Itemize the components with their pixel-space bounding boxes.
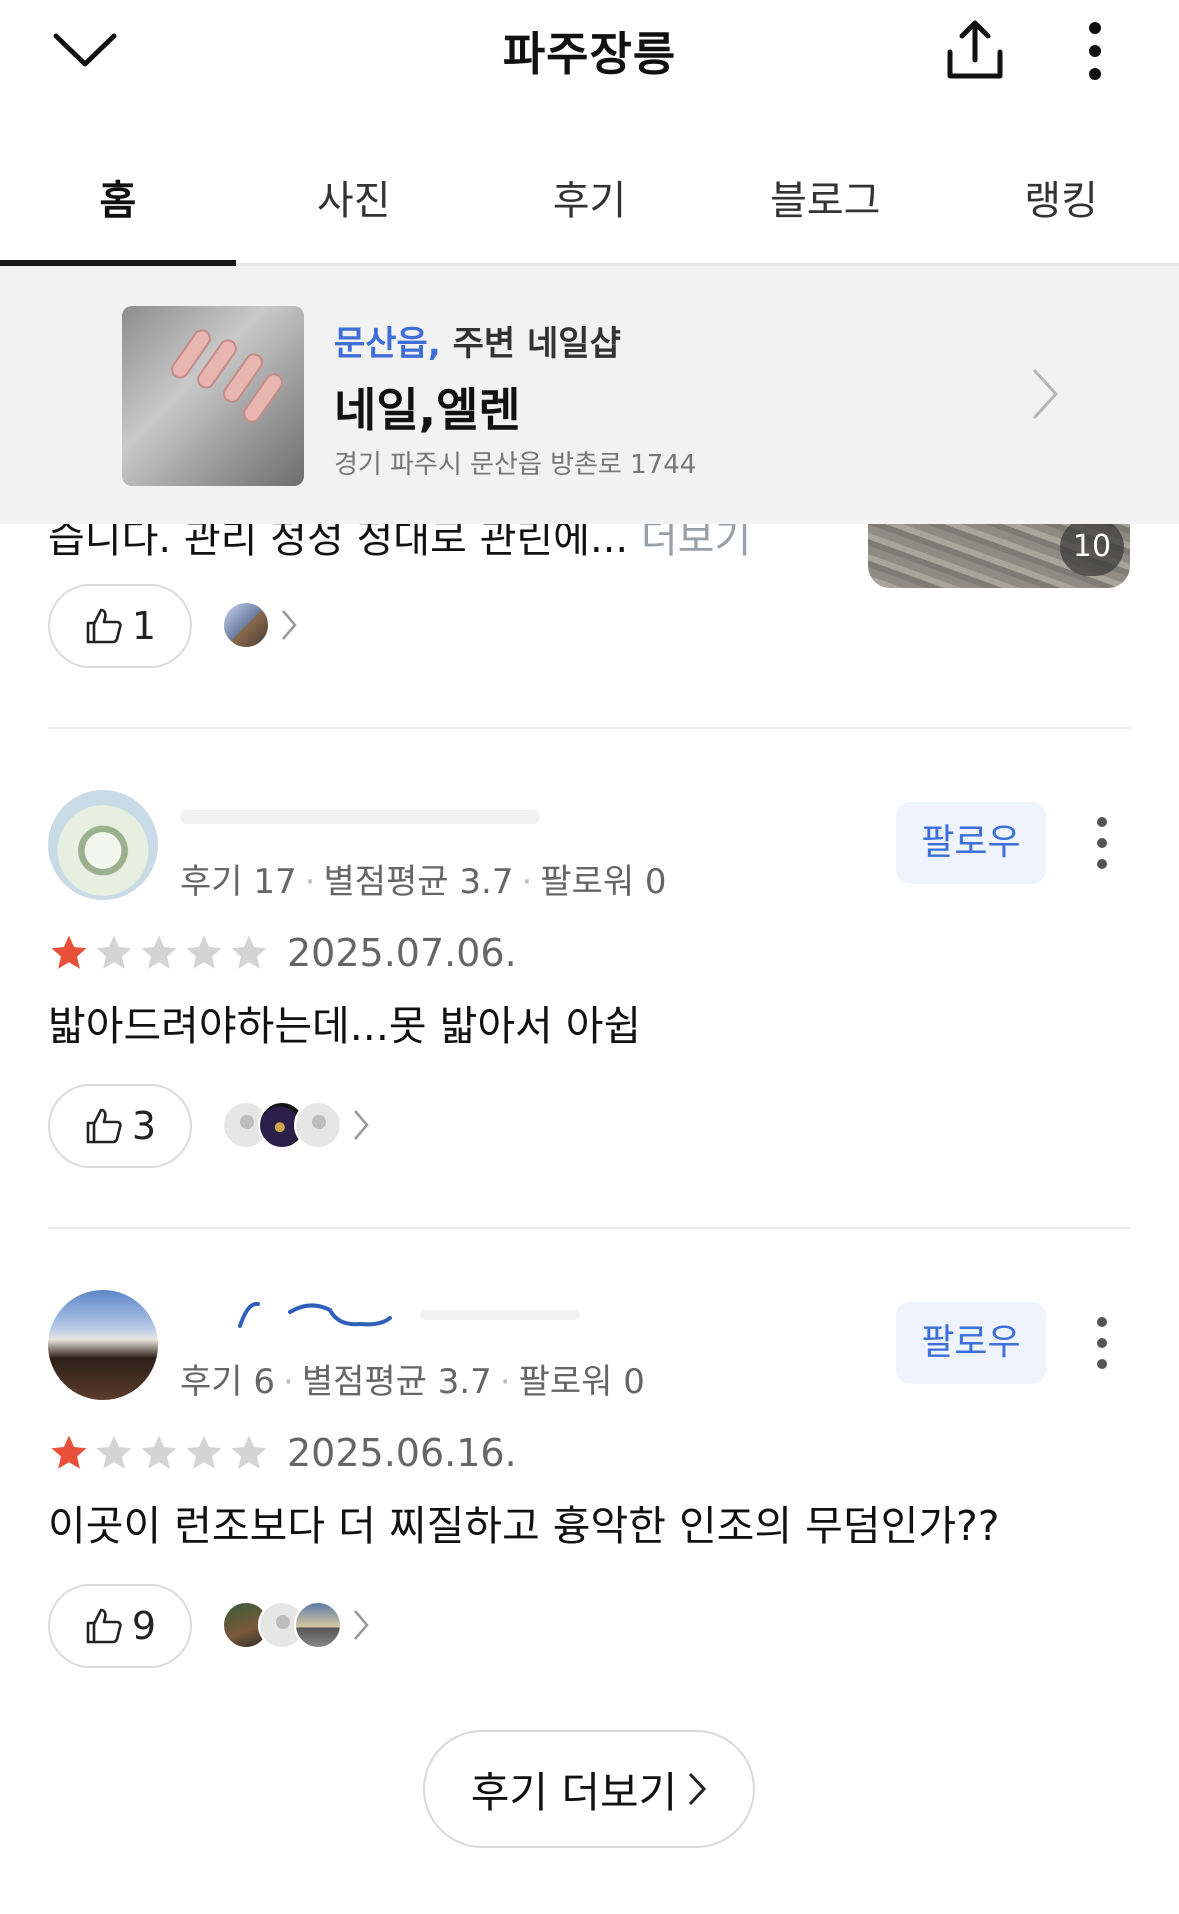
banner-category: 주변 네일샵 (452, 324, 621, 364)
tab-ranking[interactable]: 랭킹 (943, 140, 1179, 263)
star-empty-icon (231, 1435, 267, 1469)
thumbs-up-icon (86, 608, 122, 644)
follow-button[interactable]: 팔로우 (896, 1302, 1046, 1384)
star-empty-icon (186, 1435, 222, 1469)
chevron-right-icon (1032, 368, 1059, 420)
reviewer-avatar[interactable] (48, 1290, 158, 1400)
header: 파주장릉 (0, 0, 1179, 110)
reviewer-meta: 후기 17 · 별점평균 3.7 · 팔로워 0 (180, 862, 667, 902)
star-empty-icon (231, 935, 267, 969)
divider (48, 1227, 1131, 1229)
likers-list[interactable] (222, 1600, 370, 1650)
reviewer-review-count: 후기 6 (180, 1362, 275, 1402)
liker-avatar (294, 1601, 342, 1649)
review-date: 2025.06.16. (287, 1431, 517, 1475)
rating-stars: 2025.06.16. (48, 1428, 517, 1478)
chevron-right-icon (354, 1110, 369, 1140)
review-text[interactable]: 밟아드려야하는데...못 밟아서 아쉽 (48, 992, 641, 1052)
like-button[interactable]: 1 (48, 584, 192, 668)
reviewer-average-rating: 별점평균 3.7 (323, 862, 514, 902)
liker-avatar (222, 601, 270, 649)
reviewer-review-count: 후기 17 (180, 862, 297, 902)
tab-bar: 홈 사진 후기 블로그 랭킹 (0, 140, 1179, 266)
star-empty-icon (141, 935, 177, 969)
shop-thumbnail (122, 306, 304, 486)
more-vertical-icon[interactable] (1090, 1312, 1114, 1374)
divider (48, 727, 1131, 729)
rating-stars: 2025.07.06. (48, 928, 517, 978)
more-reviews-label: 후기 더보기 (470, 1767, 678, 1817)
reviewer-nickname-blurred[interactable] (180, 800, 600, 834)
like-button[interactable]: 9 (48, 1584, 192, 1668)
review-text[interactable]: 이곳이 런조보다 더 찌질하고 흉악한 인조의 무덤인가?? (48, 1492, 1000, 1552)
like-count: 9 (131, 1604, 157, 1648)
banner-subtitle: 문산읍, 주변 네일샵 (334, 316, 621, 365)
star-empty-icon (141, 1435, 177, 1469)
shop-name: 네일,엘렌 (334, 383, 521, 437)
shop-address: 경기 파주시 문산읍 방촌로 1744 (334, 450, 697, 480)
thumbs-up-icon (86, 1108, 122, 1144)
reviewer-average-rating: 별점평균 3.7 (301, 1362, 492, 1402)
review-date: 2025.07.06. (287, 931, 517, 975)
share-icon[interactable] (940, 18, 1010, 84)
reviewer-meta: 후기 6 · 별점평균 3.7 · 팔로워 0 (180, 1362, 645, 1402)
liker-avatar (294, 1101, 342, 1149)
like-button[interactable]: 3 (48, 1084, 192, 1168)
more-reviews-button[interactable]: 후기 더보기 (423, 1730, 755, 1848)
like-count: 3 (131, 1104, 157, 1148)
star-empty-icon (186, 935, 222, 969)
like-count: 1 (131, 604, 157, 648)
likers-list[interactable] (222, 600, 298, 650)
tab-reviews[interactable]: 후기 (472, 140, 708, 263)
follow-button[interactable]: 팔로우 (896, 802, 1046, 884)
more-vertical-icon[interactable] (1080, 20, 1110, 82)
chevron-right-icon (689, 1772, 707, 1806)
nearby-shop-banner[interactable]: 문산읍, 주변 네일샵 네일,엘렌 경기 파주시 문산읍 방촌로 1744 (0, 266, 1179, 524)
reviewer-followers: 팔로워 0 (540, 862, 667, 902)
photo-count-badge: 10 (1060, 518, 1124, 576)
reviewer-followers: 팔로워 0 (518, 1362, 645, 1402)
reviewer-avatar[interactable] (48, 790, 158, 900)
likers-list[interactable] (222, 1100, 370, 1150)
star-filled-icon (51, 935, 87, 969)
star-empty-icon (96, 935, 132, 969)
chevron-right-icon (354, 1610, 369, 1640)
thumbs-up-icon (86, 1608, 122, 1644)
star-empty-icon (96, 1435, 132, 1469)
tab-photos[interactable]: 사진 (236, 140, 472, 263)
banner-area: 문산읍, (334, 324, 441, 364)
chevron-right-icon (282, 610, 297, 640)
reviewer-nickname-blurred[interactable] (180, 1296, 600, 1330)
tab-home[interactable]: 홈 (0, 140, 236, 266)
tab-blog[interactable]: 블로그 (707, 140, 943, 263)
more-vertical-icon[interactable] (1090, 812, 1114, 874)
star-filled-icon (51, 1435, 87, 1469)
